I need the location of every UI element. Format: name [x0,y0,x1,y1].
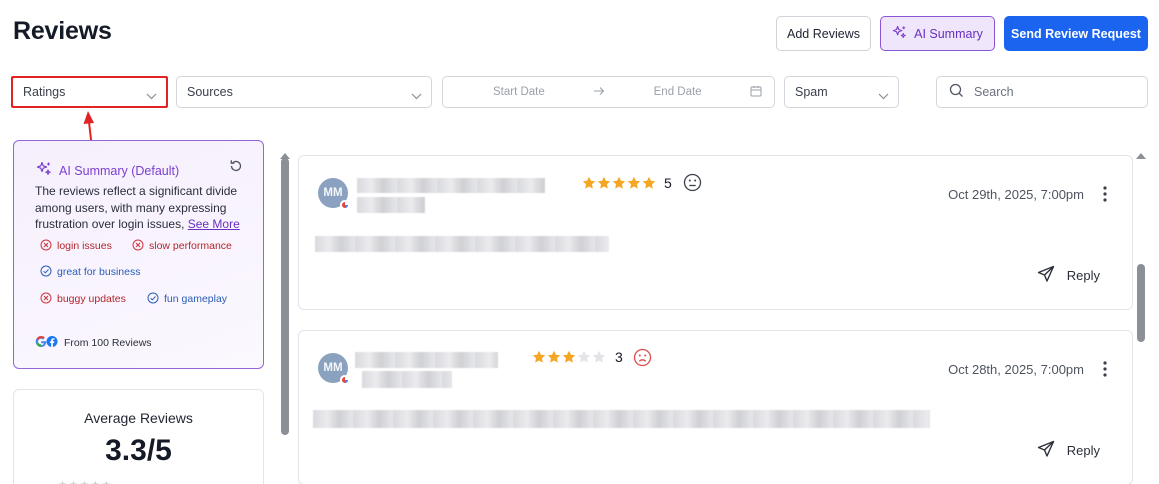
ai-summary-title: AI Summary (Default) [59,163,180,178]
star-icon [582,176,596,195]
average-reviews-title: Average Reviews [84,410,193,426]
star-icon [627,176,641,195]
sad-face-icon [633,348,652,372]
ai-summary-card: AI Summary (Default) The reviews reflect… [13,140,264,369]
x-circle-icon [40,239,52,254]
sparkle-icon [892,25,907,43]
more-options-icon[interactable] [1103,186,1107,207]
see-more-link[interactable]: See More [188,217,240,231]
avatar: MM [318,353,349,384]
tag-fun-gameplay[interactable]: fun gameplay [142,290,232,308]
rating-number: 3 [615,349,623,365]
end-date-field[interactable]: End Date [654,86,702,98]
more-options-icon[interactable] [1103,361,1107,382]
reviewer-meta-redacted [357,197,425,213]
chevron-down-icon [878,89,889,103]
avatar-initials: MM [323,362,343,374]
google-icon [340,375,349,384]
send-review-request-button[interactable]: Send Review Request [1004,16,1148,51]
ai-summary-button[interactable]: AI Summary [880,16,995,51]
rating-number: 5 [664,175,672,191]
sources-filter-label: Sources [187,85,233,99]
ratings-filter-label: Ratings [23,85,66,99]
review-card: MM 3 Oct 28th, 2025, 7:00pm Reply [298,330,1133,484]
check-circle-icon [40,265,52,280]
date-range-picker[interactable]: Start Date End Date [442,76,775,108]
reply-label: Reply [1066,443,1100,458]
review-card: MM 5 Oct 29th, 2025, 7:00pm Reply [298,155,1133,310]
star-rating [532,350,606,369]
google-icon [340,200,349,209]
average-rating-value: 3.3/5 [105,434,172,467]
review-list-scrollbar[interactable] [279,146,291,484]
ai-summary-footer: From 100 Reviews [35,335,152,351]
star-empty-icon [592,350,606,369]
review-date: Oct 28th, 2025, 7:00pm [948,362,1084,377]
review-text-redacted [313,410,930,428]
reviewer-name-redacted [355,352,498,368]
scrollbar-thumb[interactable] [281,158,289,435]
star-icon [547,350,561,369]
arrow-right-icon [593,86,605,99]
avatar-initials: MM [323,187,343,199]
scrollbar-thumb[interactable] [1137,264,1145,342]
sources-filter[interactable]: Sources [176,76,432,108]
star-empty-icon [577,350,591,369]
spam-filter[interactable]: Spam [784,76,899,108]
x-circle-icon [132,239,144,254]
search-input[interactable]: Search [936,76,1148,108]
tag-label: great for business [57,266,141,278]
scroll-up-icon[interactable] [1136,146,1146,164]
tag-label: buggy updates [57,293,126,305]
reply-button[interactable]: Reply [1037,265,1100,286]
reviews-count-label: From 100 Reviews [64,337,152,349]
star-icon [562,350,576,369]
page-scrollbar[interactable] [1135,146,1147,484]
star-icon [642,176,656,195]
star-icon [532,350,546,369]
search-icon [949,83,964,101]
reviewer-name-redacted [357,178,545,193]
tag-slow-performance[interactable]: slow performance [127,237,237,255]
star-rating [582,176,656,195]
star-icon [612,176,626,195]
ratings-filter[interactable]: Ratings [12,76,167,108]
send-icon [1037,265,1055,286]
tag-label: slow performance [149,240,232,252]
ai-summary-header: AI Summary (Default) [36,161,179,180]
chevron-down-icon [411,89,422,103]
tag-buggy-updates[interactable]: buggy updates [35,290,131,308]
reply-button[interactable]: Reply [1037,440,1100,461]
tag-label: login issues [57,240,112,252]
chevron-down-icon [146,89,157,103]
average-reviews-card: Average Reviews 3.3/5 ★★★★★ [13,389,264,484]
tag-label: fun gameplay [164,293,228,305]
send-icon [1037,440,1055,461]
ai-summary-text: The reviews reflect a significant divide… [35,183,247,233]
spam-filter-label: Spam [795,85,828,99]
tag-login-issues[interactable]: login issues [35,237,117,255]
add-reviews-label: Add Reviews [787,26,860,41]
ai-summary-label: AI Summary [914,26,983,41]
send-review-request-label: Send Review Request [1011,26,1141,41]
search-placeholder: Search [974,85,1014,99]
start-date-field[interactable]: Start Date [493,86,545,98]
review-text-redacted [315,236,609,252]
calendar-icon[interactable] [750,85,762,100]
average-stars: ★★★★★ [58,480,113,484]
tag-great-for-business[interactable]: great for business [35,263,145,281]
check-circle-icon [147,292,159,307]
neutral-face-icon [683,173,702,197]
avatar: MM [318,178,349,209]
star-icon [597,176,611,195]
review-date: Oct 29th, 2025, 7:00pm [948,187,1084,202]
refresh-icon[interactable] [229,159,243,178]
page-title: Reviews [13,17,112,45]
google-facebook-icon [35,335,58,351]
x-circle-icon [40,292,52,307]
reviewer-meta-redacted [362,371,452,388]
sparkle-icon [36,161,52,180]
add-reviews-button[interactable]: Add Reviews [776,16,871,51]
reply-label: Reply [1066,268,1100,283]
